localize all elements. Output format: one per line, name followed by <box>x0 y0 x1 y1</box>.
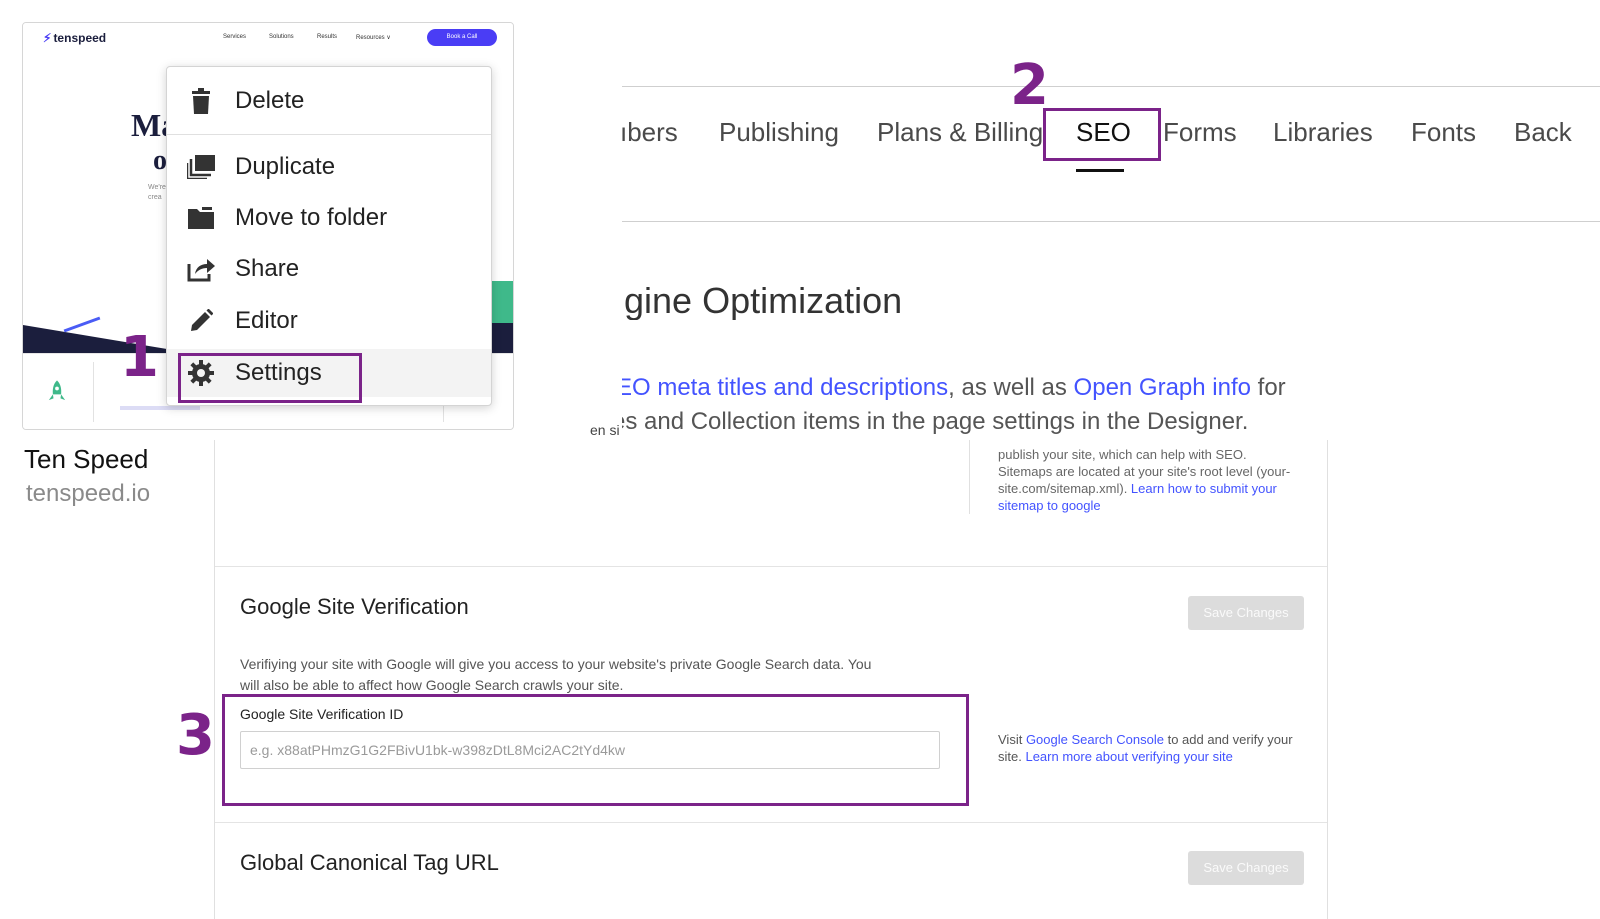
seo-desc-line2-text: es and Collection items in the page sett… <box>622 408 1249 435</box>
step2-highlight <box>1043 108 1161 161</box>
google-verification-title: Google Site Verification <box>240 594 469 619</box>
seo-description-line2: es and Collection items in the page sett… <box>622 408 1522 438</box>
thumbnail-link-results: Results <box>317 34 338 40</box>
bolt-icon: ⚡︎ <box>43 31 52 45</box>
step1-highlight <box>178 353 362 403</box>
canonical-tag-title: Global Canonical Tag URL <box>240 850 499 875</box>
google-verification-save-button[interactable]: Save Changes <box>1188 596 1304 630</box>
step-number-1: 1 <box>120 325 159 390</box>
menu-item-move-to-folder[interactable]: Move to folder <box>167 194 491 242</box>
open-graph-link[interactable]: Open Graph info <box>1074 374 1251 401</box>
sitemap-help-fragment: publish your site, which can help with S… <box>969 440 1309 514</box>
search-console-link[interactable]: Google Search Console <box>1026 732 1164 747</box>
seo-desc-mid: , as well as <box>948 374 1074 401</box>
tab-forms[interactable]: Forms <box>1163 117 1237 148</box>
thumbnail-nav: ⚡︎ tenspeed Services Solutions Results Re… <box>23 23 513 53</box>
menu-item-label: Editor <box>235 307 298 334</box>
verification-help-text: Visit Google Search Console to add and v… <box>998 731 1298 765</box>
tab-libraries[interactable]: Libraries <box>1273 117 1373 148</box>
trash-icon <box>187 87 215 115</box>
menu-divider <box>167 134 491 135</box>
thumbnail-decor-line <box>63 316 101 333</box>
menu-item-share[interactable]: Share <box>167 245 491 293</box>
footer-progress-bar <box>120 406 200 410</box>
tab-backups[interactable]: Back <box>1514 117 1572 148</box>
thumbnail-hero-line2: o <box>153 145 167 176</box>
google-verification-description: Verifiying your site with Google will gi… <box>240 656 872 693</box>
seo-description-line1: EO meta titles and descriptions, as well… <box>622 374 1522 404</box>
section-divider <box>215 822 1327 823</box>
footer-divider <box>93 362 94 422</box>
stray-text-fragment: en si <box>590 422 620 438</box>
tab-members[interactable]: ıbers <box>622 117 678 148</box>
menu-item-label: Move to folder <box>235 204 388 231</box>
pencil-icon <box>187 307 215 335</box>
site-domain: tenspeed.io <box>26 480 151 507</box>
help-prefix: Visit <box>998 732 1026 747</box>
thumbnail-logo: ⚡︎ tenspeed <box>43 31 106 45</box>
thumbnail-hero-small: We're crea <box>148 184 166 201</box>
thumbnail-logo-text: tenspeed <box>53 31 107 45</box>
step3-highlight <box>222 694 969 806</box>
rocket-icon[interactable] <box>43 378 71 406</box>
seo-section-heading: ıgine Optimization <box>622 280 1522 320</box>
menu-item-delete[interactable]: Delete <box>167 77 491 125</box>
step-number-3: 3 <box>176 703 215 768</box>
menu-item-label: Share <box>235 255 300 282</box>
thumbnail-link-services: Services <box>223 34 247 40</box>
meta-titles-link[interactable]: EO meta titles and descriptions <box>622 374 948 401</box>
learn-verify-link[interactable]: Learn more about verifying your site <box>1025 749 1232 764</box>
canonical-save-button[interactable]: Save Changes <box>1188 851 1304 885</box>
thumbnail-link-solutions: Solutions <box>269 34 294 40</box>
menu-item-editor[interactable]: Editor <box>167 297 491 345</box>
menu-item-label: Delete <box>235 87 305 114</box>
sitemap-help-text: publish your site, which can help with S… <box>998 446 1298 514</box>
active-tab-indicator <box>1076 169 1124 172</box>
menu-item-duplicate[interactable]: Duplicate <box>167 143 491 191</box>
tab-publishing[interactable]: Publishing <box>719 117 839 148</box>
step-number-2: 2 <box>1010 53 1049 118</box>
site-name[interactable]: Ten Speed <box>24 444 148 475</box>
thumbnail-cta: Book a Call <box>427 29 497 46</box>
section-divider <box>215 566 1327 567</box>
duplicate-icon <box>187 153 215 181</box>
seo-desc-end: for <box>1251 374 1286 401</box>
thumbnail-link-resources: Resources ∨ <box>356 35 391 41</box>
folder-icon <box>187 204 215 232</box>
menu-item-label: Duplicate <box>235 153 336 180</box>
share-icon <box>187 255 215 283</box>
seo-heading-text: ıgine Optimization <box>622 280 903 320</box>
seo-settings-form: publish your site, which can help with S… <box>214 440 1328 919</box>
tab-plans-billing[interactable]: Plans & Billing <box>877 117 1043 148</box>
tab-fonts[interactable]: Fonts <box>1411 117 1476 148</box>
